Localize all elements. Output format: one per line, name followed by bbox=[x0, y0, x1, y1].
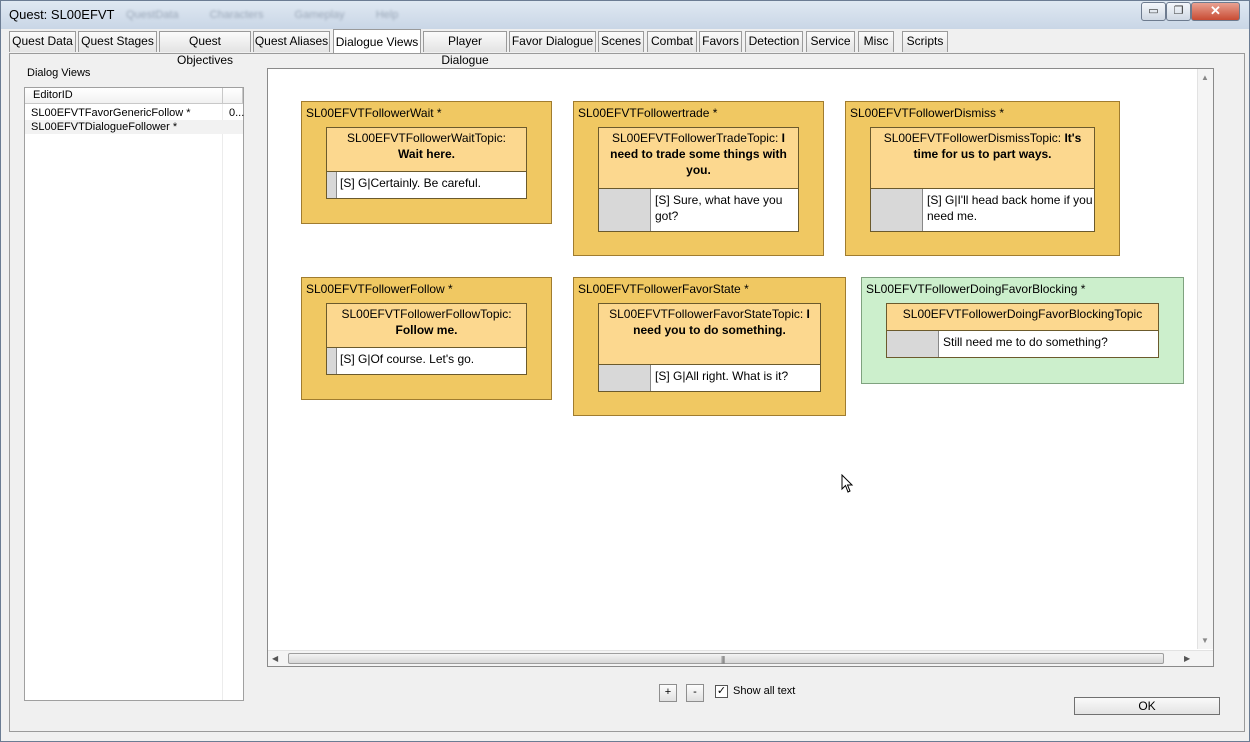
show-all-text-label: Show all text bbox=[733, 685, 796, 697]
response-box[interactable]: [S] G|Certainly. Be careful. bbox=[326, 171, 527, 199]
scroll-left-icon[interactable]: ◀ bbox=[272, 654, 278, 663]
response-text: [S] G|Of course. Let's go. bbox=[340, 352, 475, 366]
tab-quest-data[interactable]: Quest Data bbox=[9, 31, 76, 52]
background-menu-ghost: QuestData Characters Gameplay Help bbox=[126, 9, 426, 21]
tab-scripts[interactable]: Scripts bbox=[902, 31, 948, 52]
dialogue-branch-node[interactable]: SL00EFVTFollowertrade * SL00EFVTFollower… bbox=[573, 101, 824, 256]
dialogue-branch-node[interactable]: SL00EFVTFollowerDismiss * SL00EFVTFollow… bbox=[845, 101, 1120, 256]
list-header: EditorID bbox=[25, 88, 243, 104]
tab-favor-dialogue[interactable]: Favor Dialogue bbox=[509, 31, 596, 52]
ghost-menu-item: Characters bbox=[209, 9, 264, 21]
column-gridline bbox=[222, 104, 223, 700]
topic-box[interactable]: SL00EFVTFollowerTradeTopic: I need to tr… bbox=[598, 127, 799, 189]
tab-quest-aliases[interactable]: Quest Aliases bbox=[253, 31, 330, 52]
topic-prompt: Follow me. bbox=[395, 323, 458, 337]
branch-title: SL00EFVTFollowerFavorState * bbox=[578, 282, 749, 296]
response-text: [S] G|I'll head back home if you need me… bbox=[927, 193, 1093, 223]
topic-name: SL00EFVTFollowerFollowTopic: bbox=[341, 307, 512, 321]
response-box[interactable]: [S] G|All right. What is it? bbox=[598, 364, 821, 392]
topic-box[interactable]: SL00EFVTFollowerWaitTopic: Wait here. bbox=[326, 127, 527, 172]
list-item-editorid: SL00EFVTFavorGenericFollow * bbox=[31, 107, 191, 119]
topic-name: SL00EFVTFollowerDoingFavorBlockingTopic bbox=[902, 307, 1143, 321]
quest-window: Quest: SL00EFVT QuestData Characters Gam… bbox=[0, 0, 1250, 742]
ghost-menu-item: QuestData bbox=[126, 9, 179, 21]
branch-title: SL00EFVTFollowerFollow * bbox=[306, 282, 453, 296]
tab-combat[interactable]: Combat bbox=[647, 31, 697, 52]
response-text: Still need me to do something? bbox=[943, 335, 1108, 349]
branch-title: SL00EFVTFollowerWait * bbox=[306, 106, 442, 120]
response-box[interactable]: [S] G|I'll head back home if you need me… bbox=[870, 188, 1095, 232]
response-box[interactable]: [S] Sure, what have you got? bbox=[598, 188, 799, 232]
dialog-views-label: Dialog Views bbox=[27, 67, 91, 79]
topic-box[interactable]: SL00EFVTFollowerDismissTopic: It's time … bbox=[870, 127, 1095, 189]
title-bar: Quest: SL00EFVT QuestData Characters Gam… bbox=[1, 1, 1249, 29]
response-stub bbox=[599, 189, 651, 231]
scroll-up-icon[interactable]: ▲ bbox=[1201, 73, 1209, 82]
zoom-in-button[interactable]: + bbox=[659, 684, 677, 702]
topic-box[interactable]: SL00EFVTFollowerDoingFavorBlockingTopic bbox=[886, 303, 1159, 331]
tab-player-dialogue[interactable]: Player Dialogue bbox=[423, 31, 507, 67]
response-stub bbox=[599, 365, 651, 391]
response-text: [S] G|All right. What is it? bbox=[655, 369, 789, 383]
column-divider bbox=[242, 88, 243, 103]
editorid-column-header[interactable]: EditorID bbox=[33, 89, 73, 101]
close-button[interactable]: ✕ bbox=[1191, 2, 1240, 21]
branch-title: SL00EFVTFollowertrade * bbox=[578, 106, 718, 120]
show-all-text-checkbox[interactable]: ✓ bbox=[715, 685, 728, 698]
response-stub bbox=[327, 348, 337, 374]
window-title: Quest: SL00EFVT bbox=[9, 7, 115, 22]
response-stub bbox=[871, 189, 923, 231]
vertical-scrollbar[interactable]: ▲ ▼ bbox=[1197, 69, 1213, 649]
column-divider bbox=[222, 88, 223, 103]
topic-name: SL00EFVTFollowerFavorStateTopic: bbox=[609, 307, 804, 321]
scroll-down-icon[interactable]: ▼ bbox=[1201, 636, 1209, 645]
horizontal-scrollbar[interactable]: ◀ ||| ▶ bbox=[268, 650, 1213, 666]
tab-quest-objectives[interactable]: Quest Objectives bbox=[159, 31, 251, 67]
scroll-grip-icon: ||| bbox=[721, 655, 725, 664]
dialogue-branch-node[interactable]: SL00EFVTFollowerFollow * SL00EFVTFollowe… bbox=[301, 277, 552, 400]
branch-title: SL00EFVTFollowerDoingFavorBlocking * bbox=[866, 282, 1086, 296]
dialog-views-list[interactable]: EditorID SL00EFVTFavorGenericFollow * 0.… bbox=[24, 87, 244, 701]
topic-name: SL00EFVTFollowerDismissTopic: bbox=[883, 131, 1062, 145]
response-text: [S] G|Certainly. Be careful. bbox=[340, 176, 481, 190]
response-box[interactable]: [S] G|Of course. Let's go. bbox=[326, 347, 527, 375]
topic-box[interactable]: SL00EFVTFollowerFollowTopic: Follow me. bbox=[326, 303, 527, 348]
response-stub bbox=[887, 331, 939, 357]
tab-quest-stages[interactable]: Quest Stages bbox=[78, 31, 157, 52]
tab-misc[interactable]: Misc bbox=[858, 31, 894, 52]
ghost-menu-item: Gameplay bbox=[294, 9, 345, 21]
maximize-button[interactable]: ❐ bbox=[1166, 2, 1191, 21]
tab-favors[interactable]: Favors bbox=[699, 31, 742, 52]
tab-service[interactable]: Service bbox=[806, 31, 855, 52]
list-item[interactable]: SL00EFVTFavorGenericFollow * 0... bbox=[25, 106, 245, 120]
topic-box[interactable]: SL00EFVTFollowerFavorStateTopic: I need … bbox=[598, 303, 821, 365]
response-stub bbox=[327, 172, 337, 198]
ok-button[interactable]: OK bbox=[1074, 697, 1220, 715]
response-box[interactable]: Still need me to do something? bbox=[886, 330, 1159, 358]
zoom-out-button[interactable]: - bbox=[686, 684, 704, 702]
tab-scenes[interactable]: Scenes bbox=[598, 31, 644, 52]
response-text: [S] Sure, what have you got? bbox=[655, 193, 783, 223]
dialogue-branch-node[interactable]: SL00EFVTFollowerWait * SL00EFVTFollowerW… bbox=[301, 101, 552, 224]
dialogue-branch-node[interactable]: SL00EFVTFollowerFavorState * SL00EFVTFol… bbox=[573, 277, 846, 416]
mouse-pointer-icon bbox=[841, 474, 854, 493]
topic-prompt: Wait here. bbox=[398, 147, 455, 161]
topic-name: SL00EFVTFollowerWaitTopic: bbox=[347, 131, 506, 145]
tab-strip: Quest Data Quest Stages Quest Objectives… bbox=[9, 29, 1245, 67]
tab-dialogue-views[interactable]: Dialogue Views bbox=[333, 29, 421, 53]
branch-title: SL00EFVTFollowerDismiss * bbox=[850, 106, 1005, 120]
minimize-button[interactable]: ▭ bbox=[1141, 2, 1166, 21]
ghost-menu-item: Help bbox=[375, 9, 399, 21]
list-item[interactable]: SL00EFVTDialogueFollower * bbox=[25, 120, 243, 134]
list-item-editorid: SL00EFVTDialogueFollower * bbox=[31, 121, 178, 133]
dialogue-view-canvas[interactable]: SL00EFVTFollowerWait * SL00EFVTFollowerW… bbox=[267, 68, 1214, 667]
canvas-area[interactable]: SL00EFVTFollowerWait * SL00EFVTFollowerW… bbox=[269, 70, 1197, 650]
scroll-right-icon[interactable]: ▶ bbox=[1184, 654, 1190, 663]
horizontal-scroll-thumb[interactable]: ||| bbox=[288, 653, 1164, 664]
list-item-extra: 0... bbox=[229, 107, 245, 119]
tab-detection[interactable]: Detection bbox=[745, 31, 803, 52]
topic-name: SL00EFVTFollowerTradeTopic: bbox=[612, 131, 779, 145]
dialogue-branch-node[interactable]: SL00EFVTFollowerDoingFavorBlocking * SL0… bbox=[861, 277, 1184, 384]
